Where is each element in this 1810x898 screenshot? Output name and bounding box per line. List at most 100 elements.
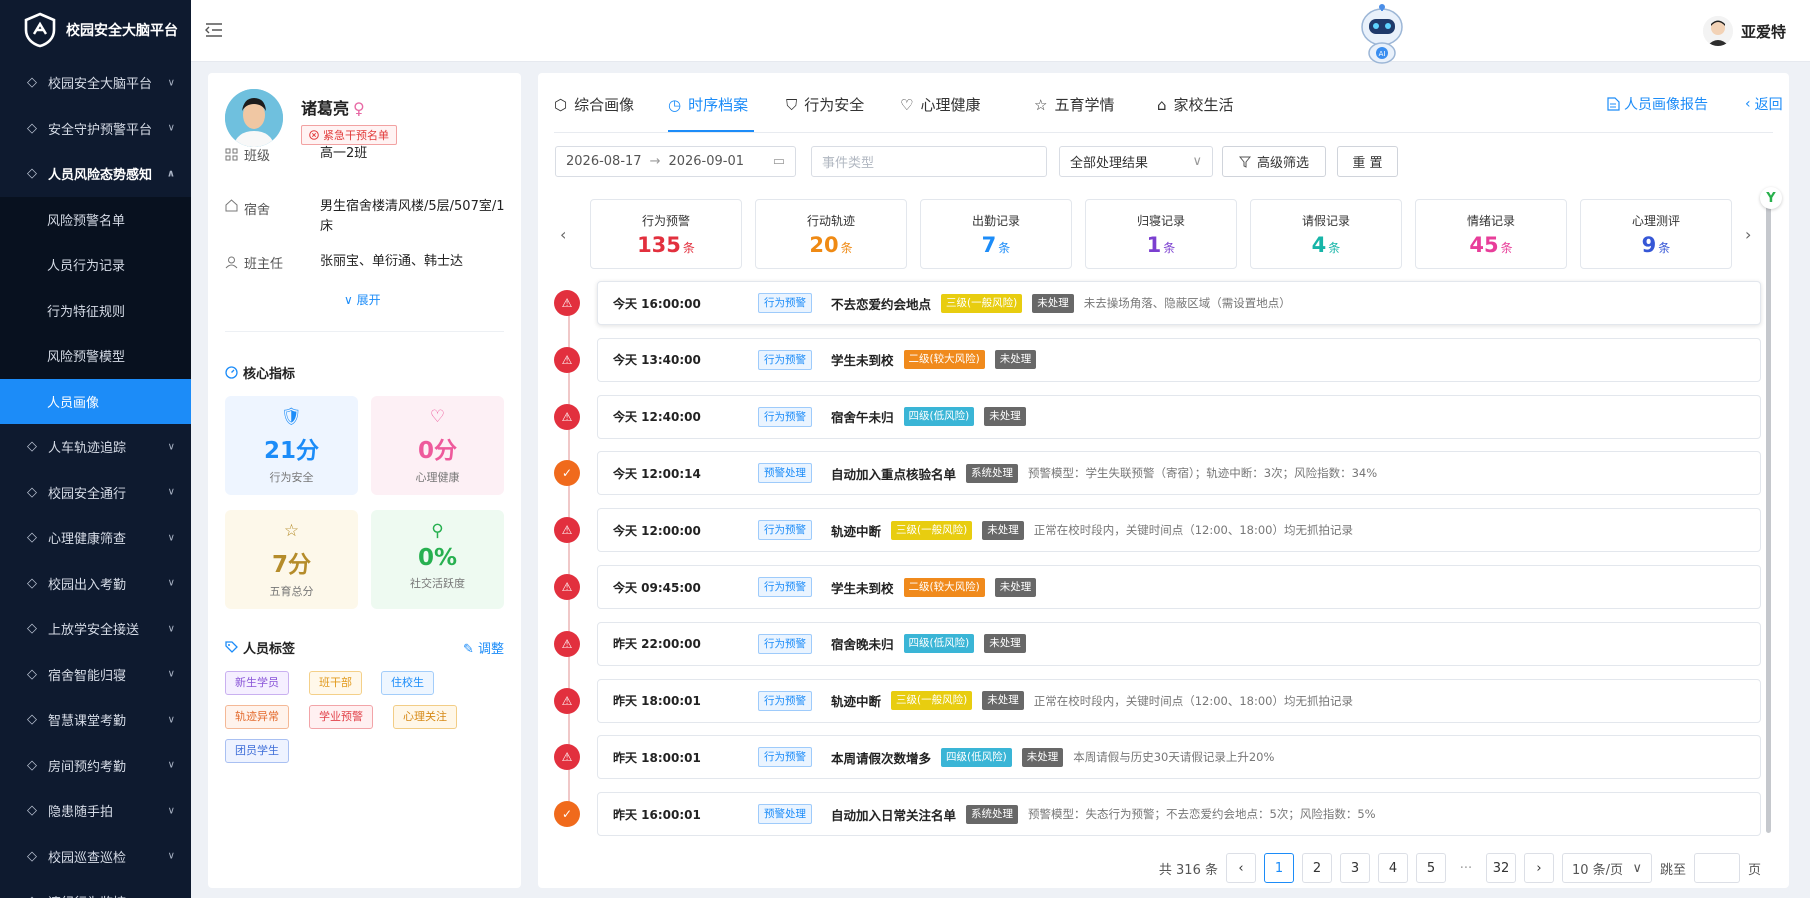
event-row[interactable]: 今天 13:40:00 行为预警 学生未到校 二级(较大风险) 未处理 <box>597 337 1761 382</box>
chevron-down-icon: ∨ <box>167 668 175 680</box>
event-row[interactable]: 今天 16:00:00 行为预警 不去恋爱约会地点 三级(一般风险) 未处理 未去操场角落… <box>597 281 1761 325</box>
scrollbar[interactable] <box>1766 205 1771 833</box>
stat-card-3[interactable]: 归寝记录 1 条 <box>1085 199 1237 269</box>
page-5[interactable]: 5 <box>1415 853 1446 883</box>
event-row[interactable]: 今天 12:00:14 预警处理 自动加入重点核验名单 系统处理 预警模型：学生失联预警… <box>597 451 1761 496</box>
sidebar-subitem-2[interactable]: 行为特征规则 <box>0 288 191 334</box>
stat-card-6[interactable]: 心理测评 9 条 <box>1580 199 1732 269</box>
event-row[interactable]: 昨天 18:00:01 行为预警 轨迹中断 三级(一般风险) 未处理 正常在校时段内，关键… <box>597 678 1761 723</box>
page-32[interactable]: 32 <box>1485 853 1516 883</box>
event-row[interactable]: 昨天 18:00:01 行为预警 本周请假次数增多 四级(低风险) 未处理 本周请假与历史… <box>597 735 1761 780</box>
profile-panel: 诸葛亮 ♀ 紧急干预名单 班级 高一2班 宿舍 男生宿舍楼清风楼/5层/507室/… <box>208 73 521 888</box>
event-row[interactable]: 今天 12:00:00 行为预警 轨迹中断 三级(一般风险) 未处理 正常在校时段内，关键… <box>597 508 1761 553</box>
sidebar-item-8[interactable]: ◇ 宿舍智能归寝 ∨ <box>0 652 191 698</box>
chevron-down-icon: ∨ <box>167 122 175 134</box>
sidebar-item-label: 宿舍智能归寝 <box>48 668 127 684</box>
status-badge: 未处理 <box>984 634 1026 654</box>
carousel-next-icon[interactable]: › <box>1745 225 1751 244</box>
sidebar-menu: ◇ 校园安全大脑平台 ∨ ◇ 安全守护预警平台 ∨ ◇ 人员风险态势感知 ∧ 风险预警名单 人员行为… <box>0 60 191 898</box>
pagination-ellipsis[interactable]: ··· <box>1453 853 1478 883</box>
event-details: 不去恋爱约会地点 三级(一般风险) 未处理 未去操场角落、隐蔽区域（需设置地点） <box>831 293 1291 313</box>
svg-text:AI: AI <box>1379 50 1386 58</box>
tab-3[interactable]: ♡ 心理健康 <box>900 94 980 115</box>
sidebar-item-5[interactable]: ◇ 心理健康筛查 ∨ <box>0 515 191 561</box>
sidebar-subitem-3[interactable]: 风险预警模型 <box>0 333 191 379</box>
sidebar-item-4[interactable]: ◇ 校园安全通行 ∨ <box>0 470 191 516</box>
profile-header: 诸葛亮 ♀ 紧急干预名单 <box>225 89 397 147</box>
tab-0[interactable]: ⬡ 综合画像 <box>554 94 634 115</box>
page-size-select[interactable]: 10 条/页 ∨ <box>1561 853 1652 883</box>
page-3[interactable]: 3 <box>1339 853 1370 883</box>
edit-icon: ✎ <box>462 642 478 657</box>
sidebar-subitem-0[interactable]: 风险预警名单 <box>0 197 191 243</box>
portrait-report-button[interactable]: 人员画像报告 <box>1607 94 1708 114</box>
sidebar-item-12[interactable]: ◇ 校园巡查巡检 ∨ <box>0 834 191 880</box>
sidebar-subitem-4[interactable]: 人员画像 <box>0 378 191 424</box>
status-badge: 未处理 <box>982 520 1024 540</box>
reset-button[interactable]: 重 置 <box>1337 146 1398 177</box>
side-float-icon[interactable]: Y <box>1760 187 1782 209</box>
risk-level-badge: 四级(低风险) <box>903 634 975 654</box>
prev-page-icon[interactable]: ‹ <box>1225 853 1256 883</box>
shield-star-icon: ◇ <box>27 75 37 91</box>
event-details: 轨迹中断 三级(一般风险) 未处理 正常在校时段内，关键时间点（12:00、18:00… <box>831 520 1353 540</box>
sidebar-item-label: 人车轨迹追踪 <box>48 441 127 457</box>
sidebar-item-1[interactable]: ◇ 安全守护预警平台 ∨ <box>0 106 191 152</box>
event-row[interactable]: 昨天 22:00:00 行为预警 宿舍晚未归 四级(低风险) 未处理 <box>597 621 1761 666</box>
event-row[interactable]: 今天 09:45:00 行为预警 学生未到校 二级(较大风险) 未处理 <box>597 565 1761 609</box>
gauge-icon <box>225 366 238 379</box>
radar-icon: ⬡ <box>554 95 568 114</box>
tab-2[interactable]: ⛉ 行为安全 <box>786 94 864 115</box>
sidebar-item-6[interactable]: ◇ 校园出入考勤 ∨ <box>0 561 191 607</box>
stat-card-4[interactable]: 请假记录 4 条 <box>1250 199 1402 269</box>
metric-value: 0分 <box>417 438 457 464</box>
teacher-value: 张丽宝、单衍通、韩士达 <box>320 254 464 269</box>
tab-label: 五育学情 <box>1054 96 1115 114</box>
event-row[interactable]: 昨天 16:00:01 预警处理 自动加入日常关注名单 系统处理 预警模型：失态行为预警… <box>597 792 1761 837</box>
next-page-icon[interactable]: › <box>1523 853 1554 883</box>
sidebar-item-13[interactable]: ◇违纪行为监控∨ <box>0 879 191 898</box>
user-menu[interactable]: 亚爱特 <box>1702 16 1786 46</box>
tab-4[interactable]: ☆ 五育学情 <box>1034 94 1114 115</box>
warning-icon: ⚠ <box>554 346 580 373</box>
page-1[interactable]: 1 <box>1263 853 1294 883</box>
expand-button[interactable]: ∨ 展开 <box>344 291 381 308</box>
tab-5[interactable]: ⌂ 家校生活 <box>1157 94 1234 115</box>
stat-label: 行动轨迹 <box>806 214 855 228</box>
metric-card-2: ☆ 7分 五育总分 <box>225 510 358 609</box>
event-title: 学生未到校 <box>831 580 894 596</box>
date-range-picker[interactable]: 2026-08-17 → 2026-09-01 ▭ <box>555 146 796 177</box>
divider <box>225 331 504 332</box>
event-row[interactable]: 今天 12:40:00 行为预警 宿舍午未归 四级(低风险) 未处理 <box>597 394 1761 439</box>
page-2[interactable]: 2 <box>1301 853 1332 883</box>
menu-fold-icon[interactable] <box>205 22 223 38</box>
ai-robot-icon[interactable]: AI <box>1354 3 1410 65</box>
sidebar-item-11[interactable]: ◇ 隐患随手拍 ∨ <box>0 788 191 834</box>
stat-card-0[interactable]: 行为预警 135 条 <box>590 199 742 269</box>
stat-card-2[interactable]: 出勤记录 7 条 <box>920 199 1072 269</box>
sidebar-item-9[interactable]: ◇ 智慧课堂考勤 ∨ <box>0 697 191 743</box>
chevron-down-icon: ∨ <box>1632 860 1642 876</box>
app-logo[interactable]: 校园安全大脑平台 <box>0 0 191 60</box>
sidebar-item-10[interactable]: ◇ 房间预约考勤 ∨ <box>0 743 191 789</box>
metric-value: 7分 <box>271 552 311 578</box>
event-type-input[interactable]: 事件类型 <box>811 146 1047 177</box>
back-button[interactable]: ‹ 返回 <box>1745 94 1783 114</box>
stat-card-1[interactable]: 行动轨迹 20 条 <box>755 199 907 269</box>
sidebar-subitem-1[interactable]: 人员行为记录 <box>0 242 191 288</box>
stat-card-5[interactable]: 情绪记录 45 条 <box>1415 199 1567 269</box>
event-details: 本周请假次数增多 四级(低风险) 未处理 本周请假与历史30天请假记录上升20% <box>831 747 1274 767</box>
sidebar-item-3[interactable]: ◇ 人车轨迹追踪 ∨ <box>0 424 191 470</box>
tab-1[interactable]: ◷ 时序档案 <box>668 94 748 115</box>
sidebar-item-0[interactable]: ◇ 校园安全大脑平台 ∨ <box>0 60 191 106</box>
page-4[interactable]: 4 <box>1377 853 1408 883</box>
jump-input[interactable] <box>1693 853 1740 883</box>
adjust-tags-button[interactable]: ✎ 调整 <box>463 638 504 657</box>
sidebar-item-7[interactable]: ◇ 上放学安全接送 ∨ <box>0 606 191 652</box>
result-select[interactable]: 全部处理结果 ∨ <box>1059 146 1213 177</box>
dorm-value: 男生宿舍楼清风楼/5层/507室/1床 <box>320 199 505 234</box>
sidebar-item-2[interactable]: ◇ 人员风险态势感知 ∧ <box>0 151 191 197</box>
carousel-prev-icon[interactable]: ‹ <box>560 225 566 244</box>
advanced-filter-button[interactable]: 高级筛选 <box>1222 146 1326 177</box>
event-details: 轨迹中断 三级(一般风险) 未处理 正常在校时段内，关键时间点（12:00、18:00… <box>831 691 1353 711</box>
